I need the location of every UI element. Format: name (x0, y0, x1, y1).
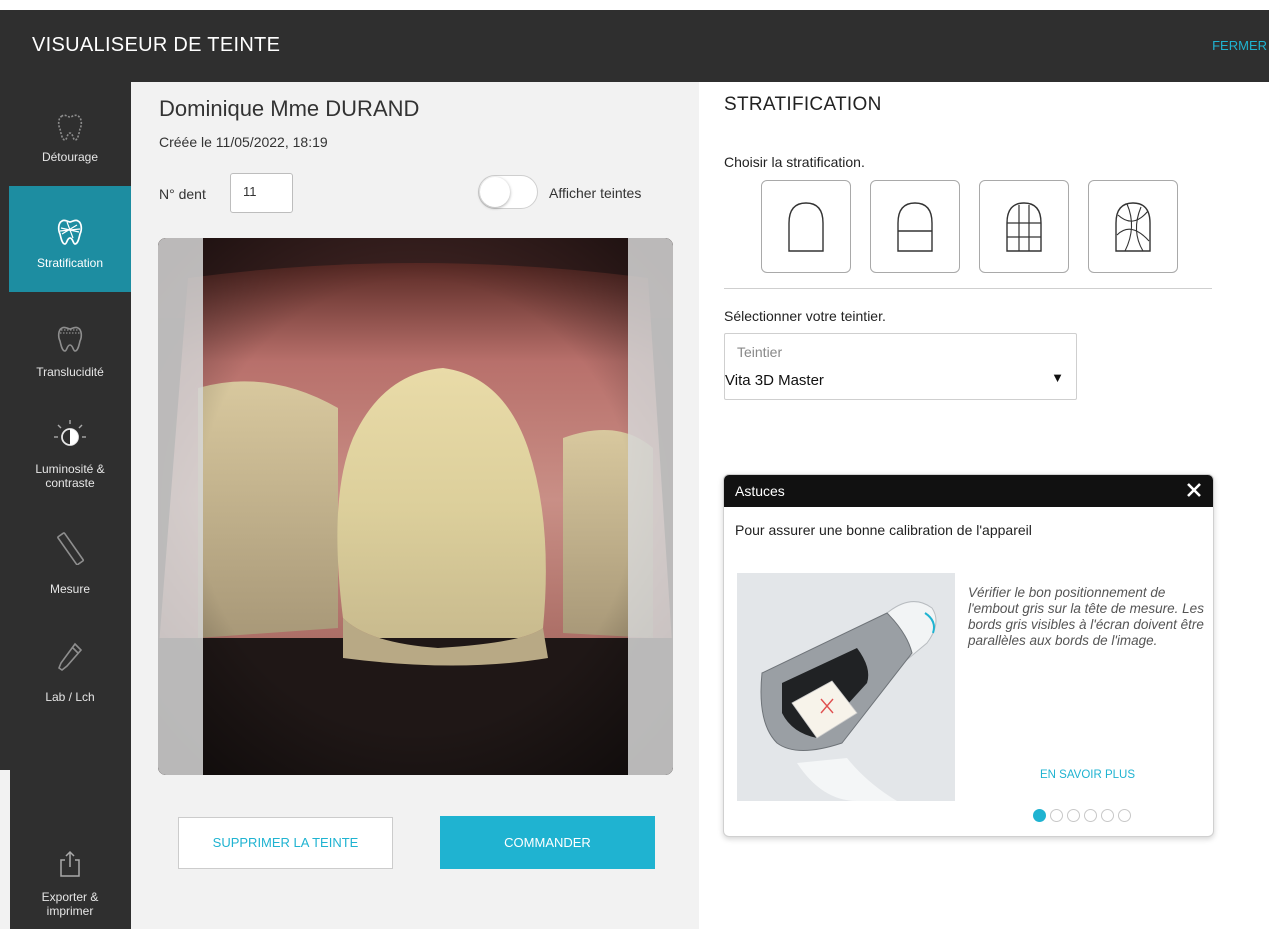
stratification-option-2[interactable] (870, 180, 960, 273)
carousel-dot[interactable] (1118, 809, 1131, 822)
carousel-dot[interactable] (1101, 809, 1114, 822)
tips-card: Astuces Pour assurer une bonne calibrati… (723, 474, 1214, 837)
strat-freeform-icon (1115, 201, 1151, 252)
sidebar-item-label: Exporter & imprimer (41, 890, 99, 918)
strat-grid-icon (1006, 201, 1042, 252)
order-button[interactable]: COMMANDER (440, 816, 655, 869)
show-shades-toggle[interactable] (478, 175, 538, 209)
carousel-dot[interactable] (1067, 809, 1080, 822)
sidebar-item-stratification[interactable]: Stratification (9, 186, 131, 292)
sidebar-item-label: Translucidité (36, 365, 104, 379)
shade-guide-select[interactable]: Teintier Vita 3D Master ▼ (724, 333, 1077, 400)
export-icon (9, 846, 131, 882)
sidebar-item-label: Détourage (41, 150, 99, 164)
carousel-dot[interactable] (1084, 809, 1097, 822)
sidebar-item-mesure[interactable]: Mesure (9, 510, 131, 616)
select-value: Vita 3D Master (725, 372, 824, 389)
divider (724, 288, 1212, 289)
dropdown-arrow-icon: ▼ (1051, 370, 1064, 385)
carousel-dot[interactable] (1050, 809, 1063, 822)
header-bar: VISUALISEUR DE TEINTE FERMER (0, 10, 1269, 82)
learn-more-link[interactable]: EN SAVOIR PLUS (1040, 769, 1135, 781)
strat-two-zone-icon (897, 201, 933, 252)
carousel-dot[interactable] (1033, 809, 1046, 822)
sidebar-item-detourage[interactable]: Détourage (9, 82, 131, 188)
section-title: STRATIFICATION (724, 94, 882, 115)
ruler-icon (9, 530, 131, 566)
tooth-number-input[interactable]: 11 (230, 173, 293, 213)
strat-single-icon (788, 201, 824, 252)
stratification-instruction: Choisir la stratification. (724, 154, 865, 170)
close-button[interactable]: FERMER (1212, 38, 1267, 53)
tips-header: Astuces (724, 475, 1213, 507)
app-title: VISUALISEUR DE TEINTE (32, 34, 281, 56)
stratification-panel: STRATIFICATION Choisir la stratification… (699, 82, 1269, 929)
select-label: Teintier (737, 344, 783, 360)
sidebar-item-label: Mesure (49, 582, 90, 596)
stratification-option-3[interactable] (979, 180, 1069, 273)
stratification-option-1[interactable] (761, 180, 851, 273)
shade-guide-prompt: Sélectionner votre teintier. (724, 308, 886, 324)
creation-date: Créée le 11/05/2022, 18:19 (159, 134, 328, 150)
sidebar-item-label: Lab / Lch (45, 690, 95, 704)
carousel-dots (1033, 809, 1131, 823)
sidebar-item-exporter[interactable]: Exporter & imprimer (9, 830, 131, 929)
sidebar-item-luminosite[interactable]: Luminosité & contraste (9, 402, 131, 508)
patient-name: Dominique Mme DURAND (159, 96, 420, 121)
brightness-icon (9, 418, 131, 454)
sidebar-item-label: Luminosité & contraste (35, 462, 105, 490)
sidebar-item-lab-lch[interactable]: Lab / Lch (9, 618, 131, 724)
show-shades-label: Afficher teintes (549, 185, 642, 201)
tooth-photo[interactable] (158, 238, 673, 775)
tips-body: Vérifier le bon positionnement de l'embo… (968, 585, 1204, 648)
tooth-layers-icon (9, 214, 131, 250)
delete-shade-button[interactable]: SUPPRIMER LA TEINTE (178, 817, 393, 869)
sidebar-item-label: Stratification (36, 256, 104, 270)
close-icon[interactable] (1183, 479, 1205, 501)
tooth-outline-icon (9, 110, 131, 146)
tooth-number-label: N° dent (159, 186, 206, 202)
stratification-option-4[interactable] (1088, 180, 1178, 273)
sidebar: Détourage Stratification Translucidité L… (0, 82, 131, 929)
sidebar-item-translucidite[interactable]: Translucidité (9, 294, 131, 400)
device-illustration (737, 573, 955, 801)
pipette-icon (9, 640, 131, 676)
toggle-knob (480, 177, 510, 207)
tooth-translucency-icon (9, 320, 131, 356)
patient-panel: Dominique Mme DURAND Créée le 11/05/2022… (131, 82, 699, 929)
tips-heading: Pour assurer une bonne calibration de l'… (735, 522, 1032, 538)
tips-title: Astuces (735, 483, 785, 499)
